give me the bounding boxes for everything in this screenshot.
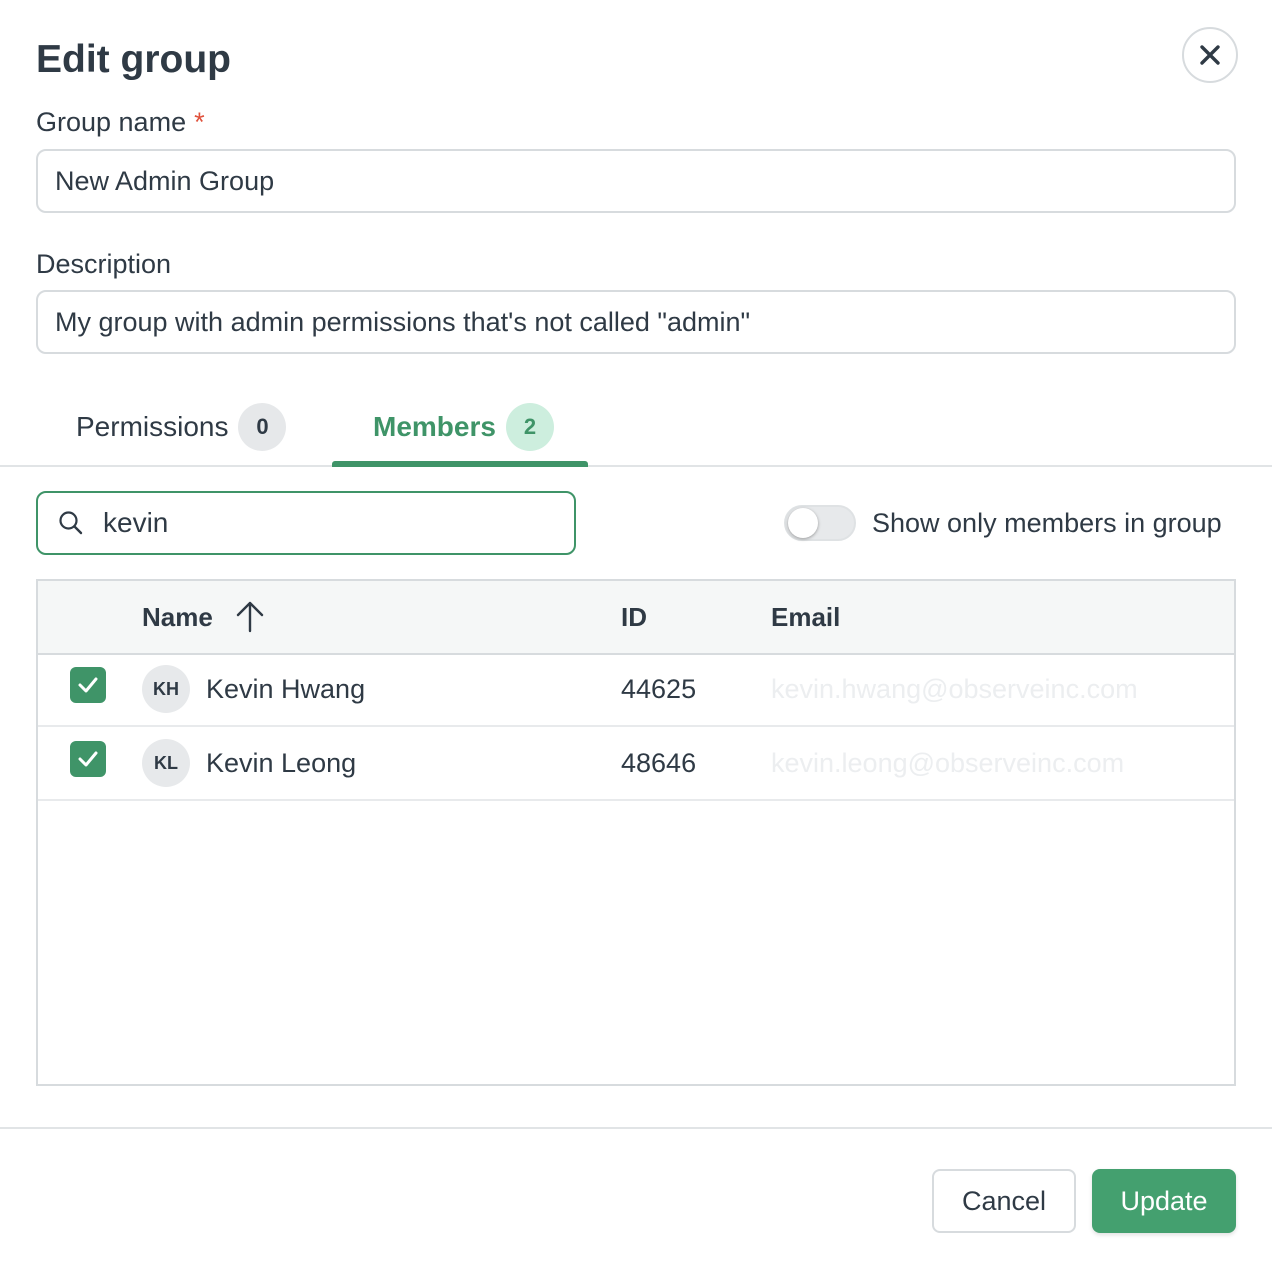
group-name-input[interactable]: New Admin Group	[36, 149, 1236, 213]
group-name-label-text: Group name	[36, 107, 187, 137]
footer-divider	[0, 1127, 1272, 1129]
table-row[interactable]: KL Kevin Leong 48646 kevin.leong@observe…	[38, 727, 1234, 801]
user-email: kevin.leong@observeinc.com	[771, 747, 1125, 778]
row-checkbox[interactable]	[70, 741, 106, 777]
tab-permissions-label: Permissions	[76, 411, 229, 442]
search-input[interactable]: kevin	[36, 491, 576, 555]
tab-members[interactable]: Members 2	[373, 402, 554, 452]
user-id: 44625	[621, 673, 697, 704]
avatar: KL	[142, 739, 190, 787]
tab-members-label: Members	[373, 411, 496, 442]
toggle-knob	[788, 508, 818, 538]
avatar: KH	[142, 665, 190, 713]
user-email: kevin.hwang@observeinc.com	[771, 673, 1138, 704]
show-members-toggle-label: Show only members in group	[872, 508, 1222, 538]
tab-members-count: 2	[505, 403, 554, 451]
search-value: kevin	[103, 507, 169, 538]
required-marker: *	[194, 107, 205, 137]
column-header-id[interactable]: ID	[621, 581, 647, 653]
show-members-toggle[interactable]	[784, 505, 856, 541]
members-table: Name ID Email KH Kevin Hwang 44625 kevin…	[36, 579, 1236, 1086]
table-row[interactable]: KH Kevin Hwang 44625 kevin.hwang@observe…	[38, 653, 1234, 727]
user-id: 48646	[621, 747, 697, 778]
tabs-divider	[0, 465, 1272, 467]
user-name: Kevin Hwang	[206, 673, 366, 704]
row-checkbox[interactable]	[70, 667, 106, 703]
update-button[interactable]: Update	[1092, 1169, 1236, 1233]
dialog-title: Edit group	[36, 38, 231, 81]
table-header: Name ID Email	[38, 581, 1234, 655]
tab-permissions-count: 0	[238, 403, 287, 451]
user-name: Kevin Leong	[206, 747, 357, 778]
column-header-name[interactable]: Name	[142, 581, 265, 653]
cancel-button[interactable]: Cancel	[932, 1169, 1076, 1233]
column-header-name-label: Name	[142, 601, 213, 632]
search-icon	[55, 507, 87, 539]
description-input[interactable]: My group with admin permissions that's n…	[36, 290, 1236, 354]
active-tab-indicator	[332, 461, 588, 467]
description-label: Description	[36, 249, 172, 279]
sort-ascending-icon	[236, 601, 264, 633]
close-icon	[1200, 45, 1220, 65]
group-name-label: Group name *	[36, 106, 205, 138]
column-header-email[interactable]: Email	[771, 581, 840, 653]
checkmark-icon	[78, 677, 98, 693]
checkmark-icon	[78, 751, 98, 767]
tab-permissions[interactable]: Permissions 0	[76, 402, 287, 452]
close-button[interactable]	[1182, 27, 1238, 83]
